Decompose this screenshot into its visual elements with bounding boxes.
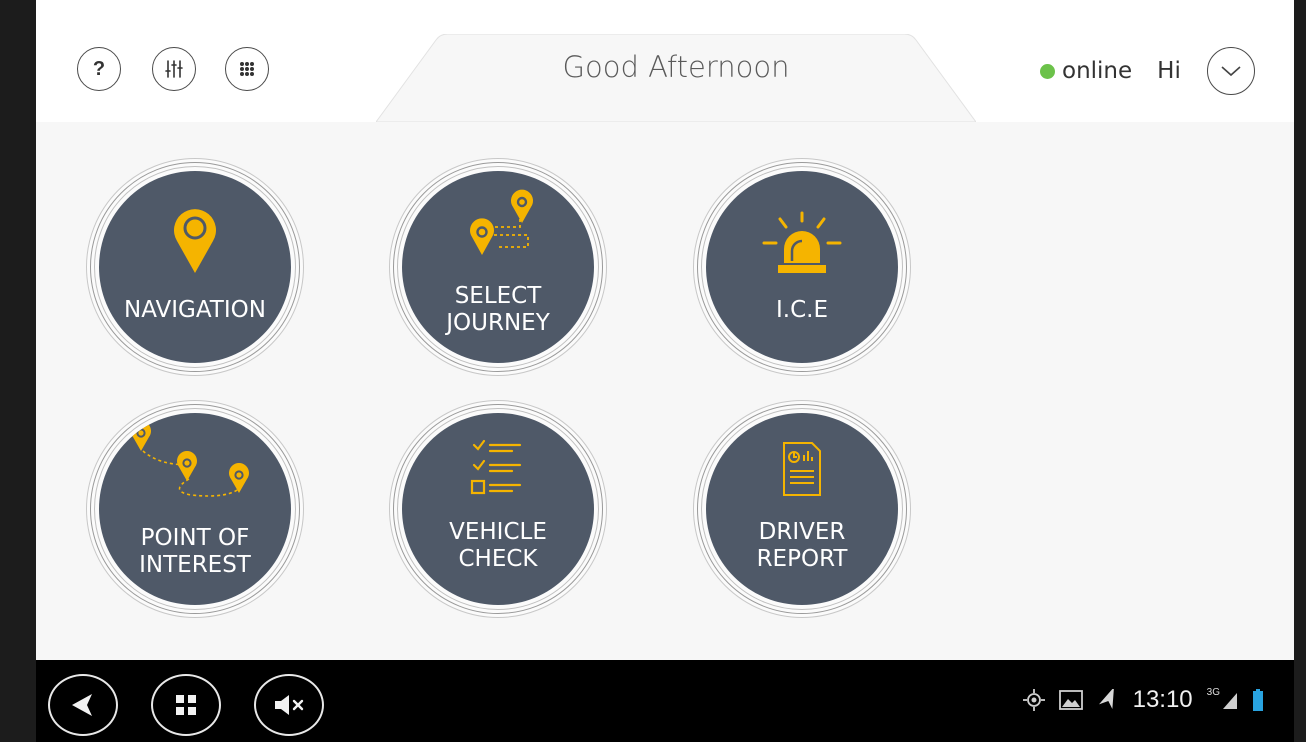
app-window: Good Afternoon ? online Hi NAVIGATION SE… <box>36 0 1294 660</box>
tile-ice-label: I.C.E <box>776 297 828 323</box>
greeting-text: Good Afternoon <box>562 50 790 84</box>
battery-icon <box>1253 689 1263 711</box>
tile-driver-report-line2: REPORT <box>756 546 848 572</box>
back-button[interactable] <box>48 674 118 736</box>
tile-ice-disc: I.C.E <box>706 171 898 363</box>
emergency-beacon-icon <box>762 211 842 273</box>
tile-vehicle-check-line2: CHECK <box>458 546 538 572</box>
tile-driver-report-line1: DRIVER <box>758 519 846 545</box>
tile-point-of-interest-disc: POINT OF INTEREST <box>99 413 291 605</box>
chevron-down-icon <box>1221 66 1241 77</box>
tile-point-of-interest[interactable]: POINT OF INTEREST <box>86 400 304 618</box>
tile-navigation-disc: NAVIGATION <box>99 171 291 363</box>
tile-poi-line1: POINT OF <box>140 525 250 551</box>
tile-vehicle-check[interactable]: VEHICLE CHECK <box>389 400 607 618</box>
mute-button[interactable] <box>254 674 324 736</box>
tile-vehicle-check-line1: VEHICLE <box>449 519 547 545</box>
system-navigation-bar: 13:10 3G <box>36 660 1294 742</box>
tile-navigation[interactable]: NAVIGATION <box>86 158 304 376</box>
back-icon <box>72 694 92 716</box>
help-button[interactable]: ? <box>77 47 121 91</box>
navigation-arrow-icon <box>1098 689 1114 710</box>
tile-select-journey-line2: JOURNEY <box>446 310 550 336</box>
home-button[interactable] <box>151 674 221 736</box>
settings-button[interactable] <box>152 47 196 91</box>
network-type-label: 3G <box>1206 686 1220 698</box>
user-menu-button[interactable] <box>1207 47 1255 95</box>
equalizer-icon <box>165 60 183 78</box>
apps-grid-icon <box>240 62 254 76</box>
route-icon <box>470 189 533 255</box>
report-document-icon <box>783 442 821 496</box>
tile-point-of-interest-label: POINT OF INTEREST <box>99 525 291 579</box>
mute-icon <box>275 695 304 715</box>
clock: 13:10 <box>1132 686 1193 713</box>
tile-driver-report-disc: DRIVER REPORT <box>706 413 898 605</box>
connection-status: online Hi <box>1040 55 1181 87</box>
tile-poi-line2: INTEREST <box>139 552 251 578</box>
header-bar: Good Afternoon ? online Hi <box>36 0 1294 122</box>
signal-strength-icon <box>1223 693 1237 709</box>
tile-select-journey-label: SELECT JOURNEY <box>402 283 594 337</box>
tile-select-journey-line1: SELECT <box>454 283 542 309</box>
system-tray: 13:10 3G <box>1022 686 1264 714</box>
home-grid-icon <box>176 695 196 715</box>
tile-driver-report[interactable]: DRIVER REPORT <box>693 400 911 618</box>
checklist-icon <box>470 439 522 495</box>
tile-vehicle-check-disc: VEHICLE CHECK <box>402 413 594 605</box>
tile-select-journey[interactable]: SELECT JOURNEY <box>389 158 607 376</box>
help-icon: ? <box>92 57 106 80</box>
online-indicator <box>1040 63 1055 79</box>
online-status-text: online <box>1062 58 1133 84</box>
tile-navigation-label: NAVIGATION <box>124 297 266 323</box>
tile-vehicle-check-label: VEHICLE CHECK <box>402 519 594 573</box>
tile-driver-report-label: DRIVER REPORT <box>706 519 898 573</box>
map-pin-icon <box>174 209 216 273</box>
gps-icon <box>1022 689 1045 711</box>
user-greeting: Hi <box>1157 58 1181 84</box>
gallery-icon <box>1058 690 1083 710</box>
tile-ice[interactable]: I.C.E <box>693 158 911 376</box>
tile-select-journey-disc: SELECT JOURNEY <box>402 171 594 363</box>
multi-pin-route-icon <box>131 421 249 497</box>
apps-button[interactable] <box>225 47 269 91</box>
